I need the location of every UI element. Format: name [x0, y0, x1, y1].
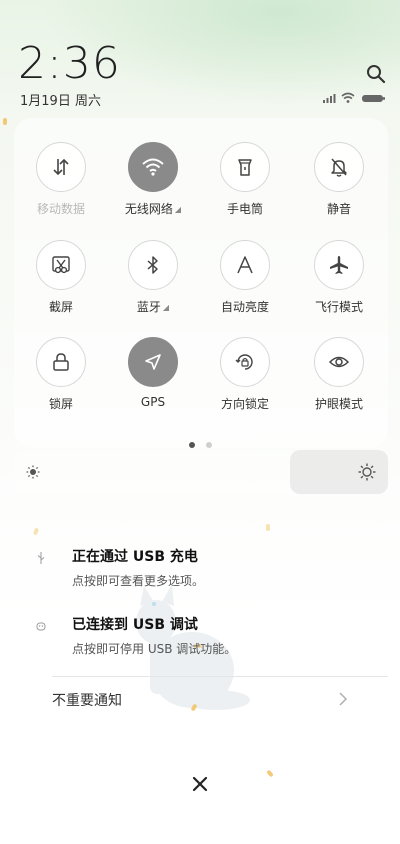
wallpaper-petal	[32, 527, 40, 536]
tile-auto-brightness[interactable]: 自动亮度	[200, 240, 290, 330]
airplane-button[interactable]	[314, 240, 364, 290]
notification-title: 已连接到 USB 调试	[72, 617, 198, 633]
tile-label: 飞行模式	[314, 300, 363, 314]
gps-button[interactable]	[128, 337, 178, 387]
letter-a-icon	[237, 256, 253, 274]
flashlight-button[interactable]	[220, 142, 270, 192]
tile-screenshot[interactable]: 截屏	[16, 240, 106, 330]
tile-gps[interactable]: GPS	[108, 337, 198, 427]
tile-lock-screen[interactable]: 锁屏	[16, 337, 106, 427]
mobile-data-button[interactable]	[36, 142, 86, 192]
wallpaper-petal	[266, 769, 274, 778]
date: 1月19日 周六	[20, 94, 101, 109]
bluetooth-icon	[147, 256, 158, 274]
wifi-icon	[341, 92, 355, 103]
tile-label: 方向锁定	[220, 397, 269, 411]
tile-rotation-lock[interactable]: 方向锁定	[200, 337, 290, 427]
page-dot[interactable]	[206, 442, 213, 448]
chevron-right-icon[interactable]	[338, 691, 348, 707]
sun-large-icon	[358, 463, 376, 481]
signal-icon	[323, 94, 336, 103]
location-arrow-icon	[145, 354, 161, 370]
page-dot-active[interactable]	[189, 442, 195, 448]
expand-triangle-icon[interactable]: ◢	[163, 303, 169, 312]
tile-label: 护眼模式	[314, 397, 363, 411]
tile-bluetooth[interactable]: 蓝牙 ◢	[108, 240, 198, 330]
notification-body: 点按即可查看更多选项。	[72, 574, 205, 588]
mute-button[interactable]	[314, 142, 364, 192]
close-icon[interactable]	[190, 774, 210, 794]
tile-eye-care[interactable]: 护眼模式	[294, 337, 384, 427]
tile-mobile-data[interactable]: 移动数据	[16, 142, 106, 232]
flashlight-icon	[238, 159, 252, 176]
sun-small-icon	[26, 465, 40, 479]
tile-label-row: 蓝牙 ◢	[108, 298, 198, 315]
usb-icon	[37, 552, 45, 564]
divider	[52, 676, 388, 677]
bell-off-icon	[331, 158, 347, 177]
status-icons	[323, 92, 385, 103]
wallpaper-petal	[266, 524, 270, 531]
tile-mute[interactable]: 静音	[294, 142, 384, 232]
eye-icon	[328, 356, 350, 368]
tile-label-row: 无线网络 ◢	[108, 200, 198, 217]
eye-care-button[interactable]	[314, 337, 364, 387]
airplane-icon	[330, 256, 348, 274]
rotation-lock-icon	[235, 354, 253, 370]
auto-brightness-button[interactable]	[220, 240, 270, 290]
android-icon	[36, 622, 46, 631]
tile-flashlight[interactable]: 手电筒	[200, 142, 290, 232]
tile-label: 自动亮度	[220, 300, 269, 314]
tile-label: 移动数据	[36, 202, 85, 216]
search-icon[interactable]	[366, 64, 386, 84]
lock-screen-button[interactable]	[36, 337, 86, 387]
expand-triangle-icon[interactable]: ◢	[175, 205, 181, 214]
tile-label: 静音	[326, 202, 351, 216]
wifi-button[interactable]	[128, 142, 178, 192]
wifi-icon	[142, 158, 164, 176]
tile-wifi[interactable]: 无线网络 ◢	[108, 142, 198, 232]
notification-body: 点按即可停用 USB 调试功能。	[72, 642, 237, 656]
unimportant-notifications-link[interactable]: 不重要通知	[52, 690, 122, 710]
tile-label: 手电筒	[226, 202, 263, 216]
tile-label: 无线网络	[124, 202, 173, 216]
battery-icon	[362, 95, 385, 102]
tile-airplane[interactable]: 飞行模式	[294, 240, 384, 330]
wallpaper-petal	[3, 118, 7, 125]
rotation-lock-button[interactable]	[220, 337, 270, 387]
brightness-slider[interactable]	[14, 450, 388, 494]
scissors-icon	[52, 256, 70, 274]
bluetooth-button[interactable]	[128, 240, 178, 290]
tile-label: 蓝牙	[136, 300, 161, 314]
tile-label: GPS	[140, 395, 166, 409]
tile-label: 锁屏	[48, 397, 73, 411]
notification-title: 正在通过 USB 充电	[72, 549, 198, 565]
mobile-data-icon	[53, 158, 69, 176]
lock-icon	[53, 353, 69, 371]
clock: 2:36	[18, 38, 121, 89]
screenshot-button[interactable]	[36, 240, 86, 290]
tile-label: 截屏	[48, 300, 73, 314]
